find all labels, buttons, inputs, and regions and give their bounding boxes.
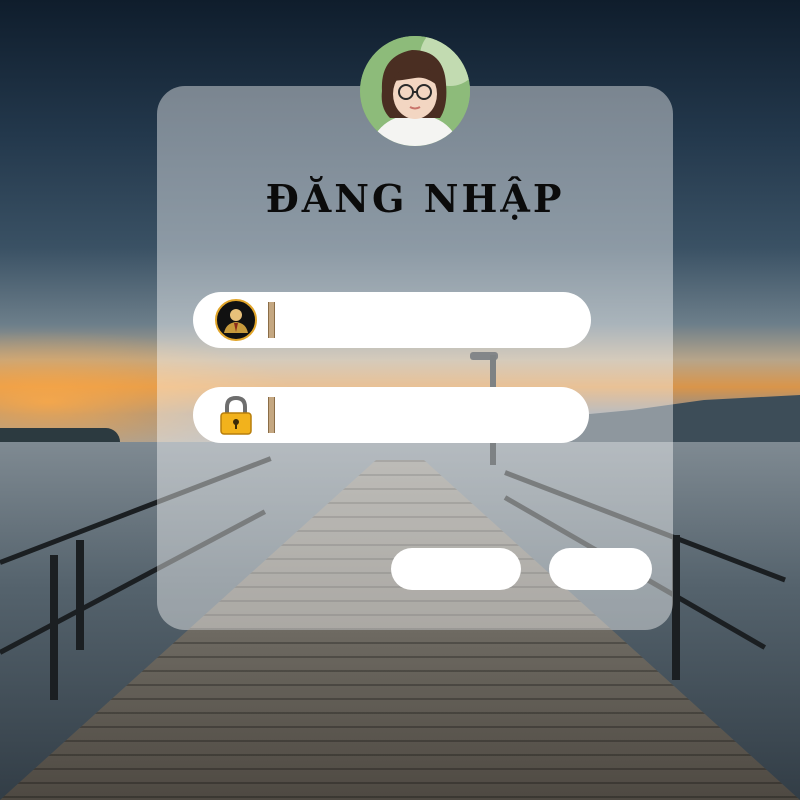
distant-shore-left [0, 428, 120, 442]
password-field[interactable] [193, 387, 589, 443]
login-button[interactable] [391, 548, 521, 590]
text-cursor [268, 397, 275, 433]
username-input[interactable] [283, 300, 577, 342]
pier-post [76, 540, 84, 650]
pier-post [672, 535, 680, 680]
text-cursor [268, 302, 275, 338]
avatar-image [360, 36, 470, 146]
lock-icon [215, 394, 257, 436]
register-button[interactable] [549, 548, 652, 590]
user-avatar [360, 36, 470, 146]
page-title: ĐĂNG NHẬP [265, 176, 565, 221]
user-icon [215, 299, 257, 341]
username-field[interactable] [193, 292, 591, 348]
pier-post [50, 555, 58, 700]
password-input[interactable] [283, 395, 577, 437]
